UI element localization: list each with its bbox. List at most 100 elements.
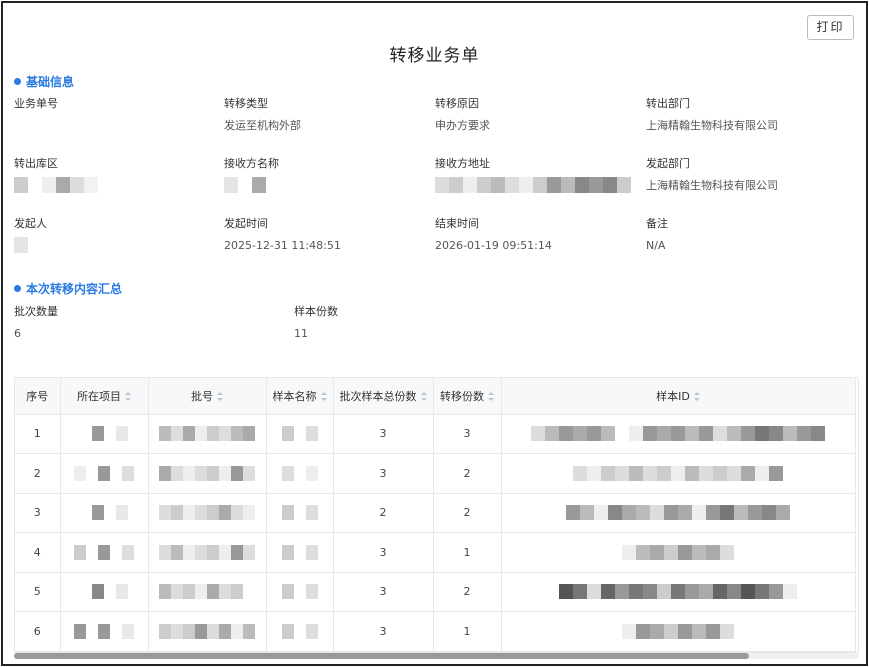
- table-row: 3 2 2: [15, 493, 856, 533]
- redacted-cell: [148, 414, 267, 454]
- receiver-name-field: 接收方名称: [224, 157, 279, 193]
- redacted-cell: [60, 493, 149, 533]
- transfer-count-cell: 1: [433, 532, 502, 573]
- redacted-cell: [60, 572, 149, 612]
- transfer-reason-field: 转移原因 申办方要求: [435, 97, 490, 133]
- column-header-no: 序号: [15, 378, 61, 415]
- transfer-count-cell: 2: [433, 493, 502, 533]
- out-location-field: 转出库区: [14, 157, 98, 193]
- page-title: 转移业务单: [389, 46, 480, 66]
- table-row: 1 3 3: [15, 414, 856, 454]
- sort-icon[interactable]: [420, 392, 427, 402]
- sort-icon[interactable]: [217, 392, 223, 402]
- scrollbar-thumb[interactable]: [14, 653, 749, 659]
- redacted-cell: [148, 453, 267, 494]
- redacted-cell: [501, 493, 856, 533]
- end-time-field: 结束时间 2026-01-19 09:51:14: [435, 217, 552, 253]
- batch-count-field: 批次数量 6: [14, 305, 58, 341]
- sort-icon[interactable]: [693, 392, 700, 402]
- summary-section-title: 本次转移内容汇总: [14, 280, 122, 297]
- table-row: 2 3 2: [15, 453, 856, 494]
- column-header-sample-id[interactable]: 样本ID: [501, 378, 856, 415]
- row-no: 2: [15, 453, 61, 494]
- batch-total-cell: 2: [333, 493, 434, 533]
- column-header-batch-total[interactable]: 批次样本总份数: [333, 378, 434, 415]
- receiver-name-label: 接收方名称: [224, 157, 279, 170]
- sample-count-value: 11: [294, 327, 308, 340]
- redacted-cell: [60, 453, 149, 494]
- redacted-cell: [60, 611, 149, 652]
- row-no: 4: [15, 532, 61, 573]
- redacted-value: [14, 177, 98, 193]
- table-row: 4 3 1: [15, 532, 856, 573]
- redacted-cell: [60, 532, 149, 573]
- batch-total-cell: 3: [333, 572, 434, 612]
- out-dept-value: 上海精翰生物科技有限公司: [646, 119, 778, 132]
- transfer-reason-value: 申办方要求: [435, 119, 490, 132]
- horizontal-scrollbar[interactable]: [14, 653, 859, 659]
- bullet-icon: [14, 285, 21, 292]
- business-no-field: 业务单号: [14, 97, 58, 133]
- column-header-project[interactable]: 所在项目: [60, 378, 149, 415]
- redacted-cell: [148, 532, 267, 573]
- redacted-cell: [60, 414, 149, 454]
- redacted-cell: [501, 453, 856, 494]
- column-header-sample-name[interactable]: 样本名称: [266, 378, 334, 415]
- init-dept-label: 发起部门: [646, 157, 690, 170]
- redacted-cell: [501, 611, 856, 652]
- batch-total-cell: 3: [333, 414, 434, 454]
- remark-value: N/A: [646, 239, 666, 252]
- transfer-type-field: 转移类型 发运至机构外部: [224, 97, 301, 133]
- sort-icon[interactable]: [320, 392, 327, 402]
- column-header-batch-no[interactable]: 批号: [148, 378, 267, 415]
- sample-count-label: 样本份数: [294, 305, 338, 318]
- redacted-cell: [501, 414, 856, 454]
- out-dept-field: 转出部门 上海精翰生物科技有限公司: [646, 97, 778, 133]
- transfer-count-cell: 3: [433, 414, 502, 454]
- row-no: 6: [15, 611, 61, 652]
- transfer-type-value: 发运至机构外部: [224, 119, 301, 132]
- remark-field: 备注 N/A: [646, 217, 668, 253]
- redacted-cell: [148, 611, 267, 652]
- redacted-cell: [501, 572, 856, 612]
- init-dept-field: 发起部门 上海精翰生物科技有限公司: [646, 157, 778, 193]
- sample-count-field: 样本份数 11: [294, 305, 338, 341]
- initiator-label: 发起人: [14, 217, 47, 230]
- transfer-table: 序号 所在项目 批号 样本名称 批次样本总份数 转移份数 样本ID 1 3 3: [14, 377, 859, 653]
- redacted-cell: [266, 453, 334, 494]
- business-no-value: [14, 119, 58, 133]
- batch-count-value: 6: [14, 327, 21, 340]
- end-time-value: 2026-01-19 09:51:14: [435, 239, 552, 252]
- start-time-value: 2025-12-31 11:48:51: [224, 239, 341, 252]
- summary-title-text: 本次转移内容汇总: [26, 282, 123, 296]
- print-button[interactable]: 打印: [807, 15, 854, 40]
- sort-icon[interactable]: [488, 392, 494, 402]
- transfer-count-cell: 2: [433, 572, 502, 612]
- column-header-transfer-count[interactable]: 转移份数: [433, 378, 502, 415]
- sort-icon[interactable]: [125, 392, 131, 402]
- table-header-row: 序号 所在项目 批号 样本名称 批次样本总份数 转移份数 样本ID: [15, 378, 856, 415]
- transfer-reason-label: 转移原因: [435, 97, 479, 110]
- batch-total-cell: 3: [333, 611, 434, 652]
- redacted-cell: [148, 493, 267, 533]
- transfer-count-cell: 1: [433, 611, 502, 652]
- out-location-label: 转出库区: [14, 157, 58, 170]
- remark-label: 备注: [646, 217, 668, 230]
- redacted-cell: [266, 611, 334, 652]
- bullet-icon: [14, 78, 21, 85]
- business-no-label: 业务单号: [14, 97, 58, 110]
- batch-total-cell: 3: [333, 532, 434, 573]
- receiver-address-field: 接收方地址: [435, 157, 631, 193]
- batch-total-cell: 3: [333, 453, 434, 494]
- redacted-value: [224, 177, 279, 193]
- transfer-count-cell: 2: [433, 453, 502, 494]
- row-no: 5: [15, 572, 61, 612]
- row-no: 1: [15, 414, 61, 454]
- redacted-cell: [148, 572, 267, 612]
- transfer-type-label: 转移类型: [224, 97, 268, 110]
- start-time-label: 发起时间: [224, 217, 268, 230]
- table-row: 5 3 2: [15, 572, 856, 612]
- out-dept-label: 转出部门: [646, 97, 690, 110]
- initiator-field: 发起人: [14, 217, 47, 253]
- batch-count-label: 批次数量: [14, 305, 58, 318]
